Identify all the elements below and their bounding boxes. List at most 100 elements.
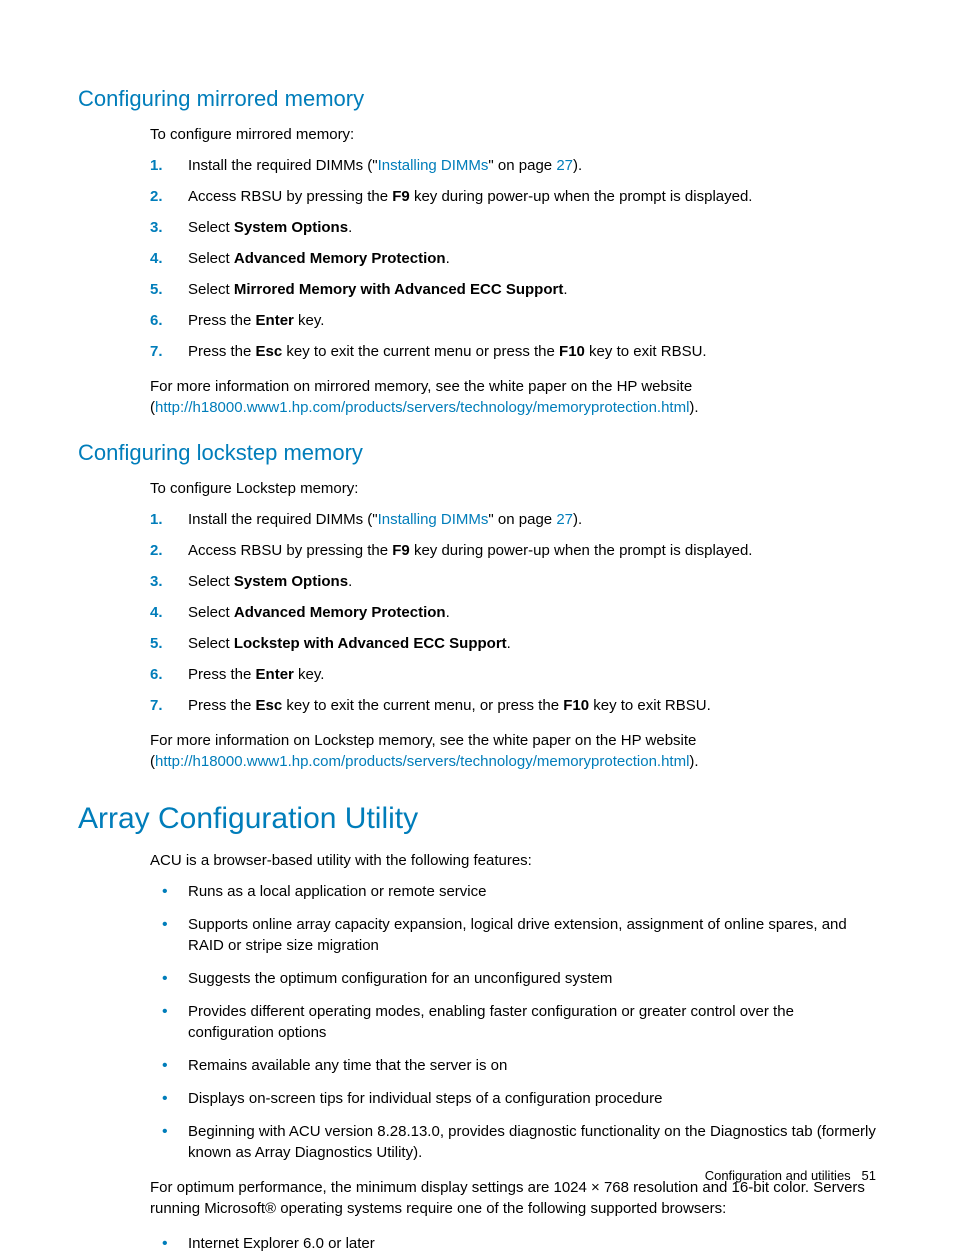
list-item: Internet Explorer 6.0 or later	[150, 1233, 876, 1254]
intro-text: To configure Lockstep memory:	[150, 478, 876, 499]
step-number: 7.	[150, 695, 163, 716]
step-text: Select	[188, 635, 234, 652]
step-number: 1.	[150, 155, 163, 176]
step-item: 3. Select System Options.	[150, 571, 876, 592]
paragraph: For optimum performance, the minimum dis…	[150, 1177, 876, 1219]
step-item: 6. Press the Enter key.	[150, 310, 876, 331]
key-name: F10	[563, 697, 589, 714]
key-name: F9	[392, 542, 410, 559]
footer-section: Configuration and utilities	[705, 1168, 851, 1183]
step-text: .	[507, 635, 511, 652]
step-number: 5.	[150, 279, 163, 300]
heading-array-configuration-utility: Array Configuration Utility	[78, 802, 876, 836]
step-text: key to exit the current menu or press th…	[282, 343, 559, 360]
step-text: " on page	[488, 511, 556, 528]
step-text: Select	[188, 573, 234, 590]
link-page-ref[interactable]: 27	[556, 511, 573, 528]
step-text: key to exit RBSU.	[589, 697, 711, 714]
intro-text: ACU is a browser-based utility with the …	[150, 850, 876, 871]
option-name: System Options	[234, 219, 348, 236]
list-item: Suggests the optimum configuration for a…	[150, 968, 876, 989]
option-name: Advanced Memory Protection	[234, 250, 446, 267]
list-item: Supports online array capacity expansion…	[150, 914, 876, 956]
list-item: Displays on-screen tips for individual s…	[150, 1088, 876, 1109]
step-number: 4.	[150, 602, 163, 623]
option-name: Mirrored Memory with Advanced ECC Suppor…	[234, 281, 563, 298]
key-name: Enter	[256, 666, 294, 683]
list-item: Remains available any time that the serv…	[150, 1055, 876, 1076]
step-number: 4.	[150, 248, 163, 269]
key-name: F10	[559, 343, 585, 360]
feature-list: Runs as a local application or remote se…	[150, 881, 876, 1163]
step-item: 7. Press the Esc key to exit the current …	[150, 341, 876, 362]
step-text: Install the required DIMMs ("	[188, 511, 378, 528]
list-item: Beginning with ACU version 8.28.13.0, pr…	[150, 1121, 876, 1163]
step-text: " on page	[488, 157, 556, 174]
steps-list: 1. Install the required DIMMs ("Installin…	[150, 155, 876, 362]
option-name: Lockstep with Advanced ECC Support	[234, 635, 507, 652]
step-text: Press the	[188, 312, 256, 329]
step-text: .	[563, 281, 567, 298]
step-text: key.	[294, 312, 325, 329]
step-text: ).	[573, 157, 582, 174]
step-number: 2.	[150, 186, 163, 207]
paragraph: For more information on Lockstep memory,…	[150, 730, 876, 772]
step-text: key during power-up when the prompt is d…	[410, 188, 753, 205]
link-page-ref[interactable]: 27	[556, 157, 573, 174]
text: ).	[689, 753, 698, 770]
step-item: 2. Access RBSU by pressing the F9 key dur…	[150, 186, 876, 207]
list-item: Runs as a local application or remote se…	[150, 881, 876, 902]
step-number: 6.	[150, 664, 163, 685]
option-name: System Options	[234, 573, 348, 590]
step-item: 4. Select Advanced Memory Protection.	[150, 248, 876, 269]
link-installing-dimms[interactable]: Installing DIMMs	[378, 157, 489, 174]
key-name: F9	[392, 188, 410, 205]
page-footer: Configuration and utilities 51	[705, 1168, 876, 1183]
step-item: 1. Install the required DIMMs ("Installin…	[150, 509, 876, 530]
step-text: .	[446, 250, 450, 267]
step-text: Select	[188, 219, 234, 236]
step-text: key during power-up when the prompt is d…	[410, 542, 753, 559]
step-text: Select	[188, 604, 234, 621]
paragraph: For more information on mirrored memory,…	[150, 376, 876, 418]
step-text: Press the	[188, 343, 256, 360]
steps-list: 1. Install the required DIMMs ("Installin…	[150, 509, 876, 716]
step-text: Install the required DIMMs ("	[188, 157, 378, 174]
link-hp-whitepaper[interactable]: http://h18000.www1.hp.com/products/serve…	[155, 753, 689, 770]
key-name: Enter	[256, 312, 294, 329]
step-text: Select	[188, 250, 234, 267]
key-name: Esc	[256, 343, 283, 360]
step-text: ).	[573, 511, 582, 528]
step-item: 4.Select Advanced Memory Protection.	[150, 602, 876, 623]
step-number: 3.	[150, 571, 163, 592]
step-item: 3.Select System Options.	[150, 217, 876, 238]
step-text: .	[348, 219, 352, 236]
step-item: 2.Access RBSU by pressing the F9 key dur…	[150, 540, 876, 561]
step-number: 2.	[150, 540, 163, 561]
step-number: 7.	[150, 341, 163, 362]
step-item: 1. Install the required DIMMs ("Installin…	[150, 155, 876, 176]
step-text: .	[446, 604, 450, 621]
browser-list: Internet Explorer 6.0 or later	[150, 1233, 876, 1254]
intro-text: To configure mirrored memory:	[150, 124, 876, 145]
step-text: Select	[188, 281, 234, 298]
step-text: .	[348, 573, 352, 590]
list-item: Provides different operating modes, enab…	[150, 1001, 876, 1043]
heading-lockstep-memory: Configuring lockstep memory	[78, 440, 876, 466]
step-text: key to exit the current menu, or press t…	[282, 697, 563, 714]
step-number: 6.	[150, 310, 163, 331]
step-item: 6. Press the Enter key.	[150, 664, 876, 685]
step-number: 1.	[150, 509, 163, 530]
step-item: 5. Select Mirrored Memory with Advanced E…	[150, 279, 876, 300]
step-text: Press the	[188, 666, 256, 683]
heading-mirrored-memory: Configuring mirrored memory	[78, 86, 876, 112]
step-item: 7.Press the Esc key to exit the current …	[150, 695, 876, 716]
text: ).	[689, 399, 698, 416]
footer-page-number: 51	[862, 1168, 876, 1183]
key-name: Esc	[256, 697, 283, 714]
step-text: key.	[294, 666, 325, 683]
link-installing-dimms[interactable]: Installing DIMMs	[378, 511, 489, 528]
link-hp-whitepaper[interactable]: http://h18000.www1.hp.com/products/serve…	[155, 399, 689, 416]
step-text: key to exit RBSU.	[585, 343, 707, 360]
step-text: Access RBSU by pressing the	[188, 188, 392, 205]
